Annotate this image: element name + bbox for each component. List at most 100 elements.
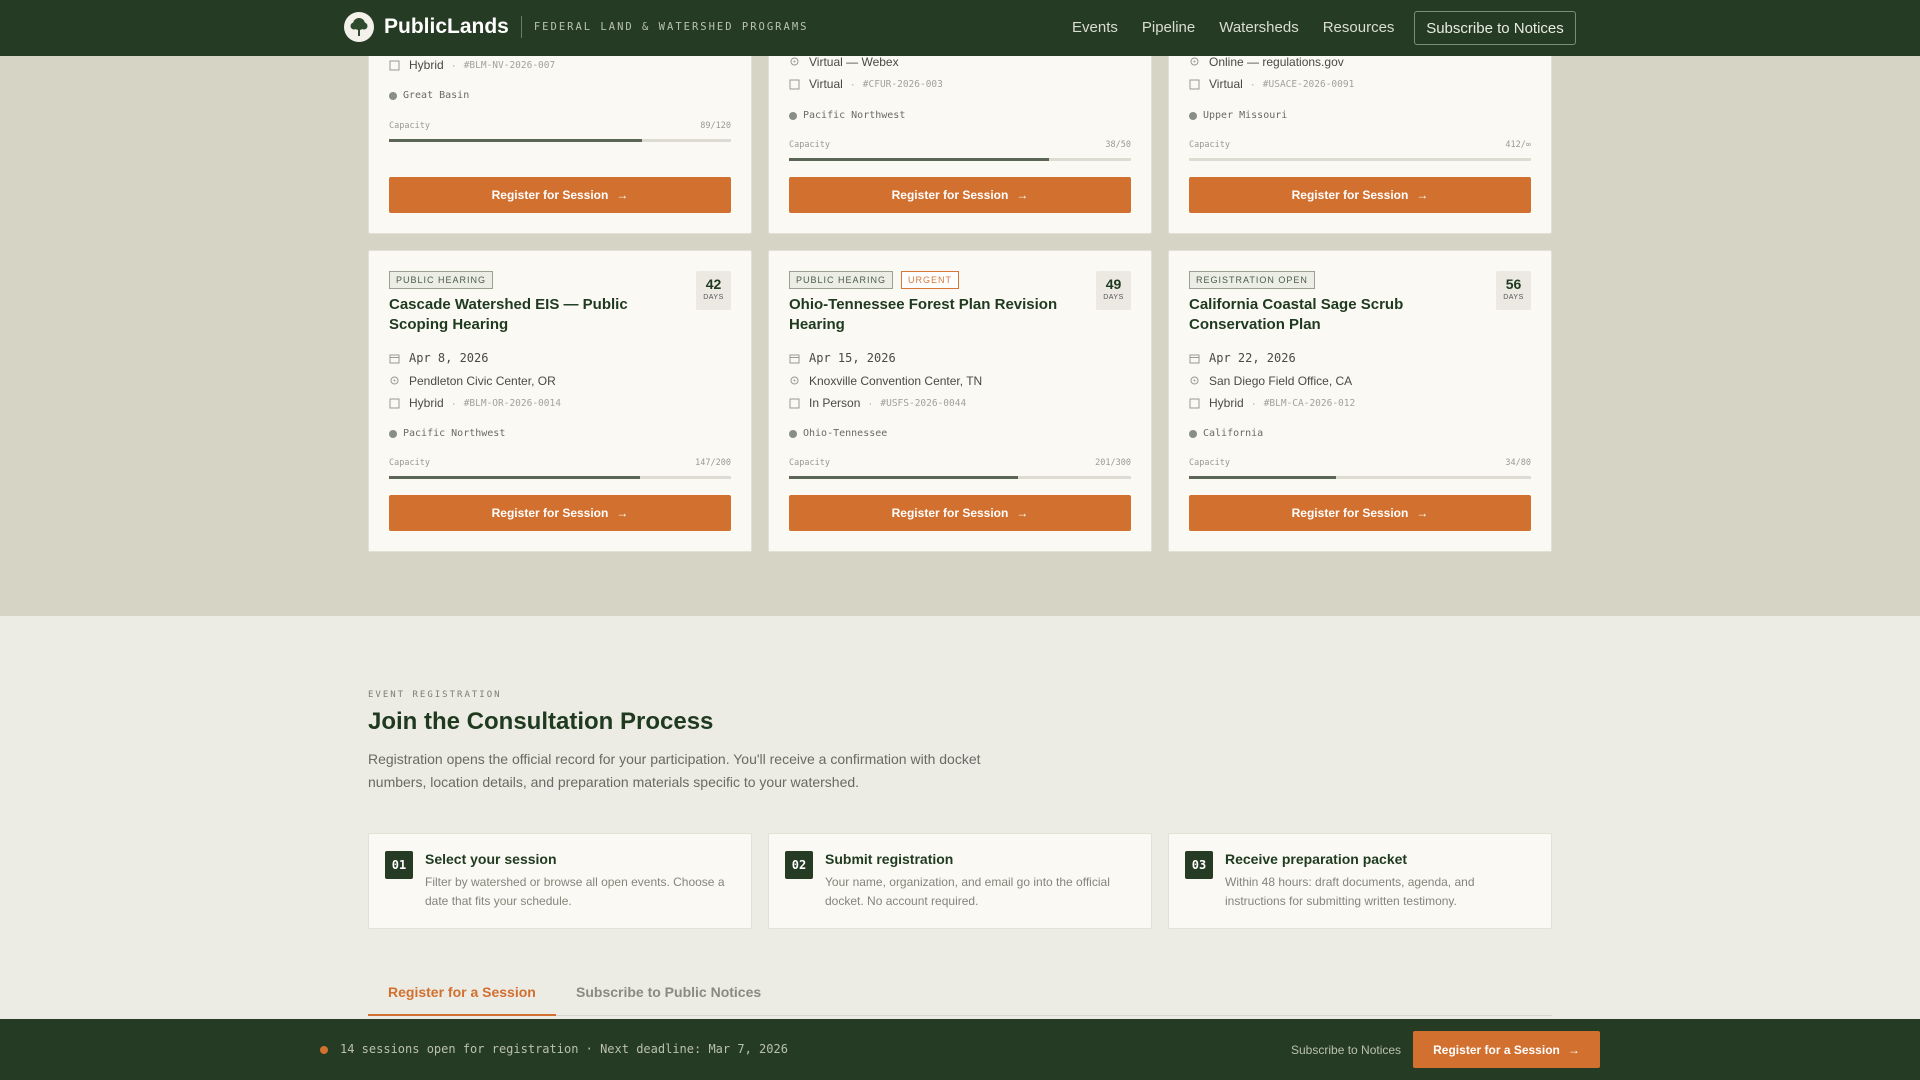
urgent-badge: URGENT [901,271,960,289]
arrow-right-icon: → [1016,506,1029,520]
status-badge: REGISTRATION OPEN [1189,271,1315,289]
badge-group: PUBLIC HEARING URGENT [789,271,960,289]
capacity-value: 38/50 [1105,140,1131,150]
days-countdown: 49 DAYS [1096,271,1131,310]
capacity-label: Capacity [389,121,430,131]
arrow-right-icon: → [1416,188,1429,202]
registration-tabs: Register for a Session Subscribe to Publ… [368,978,1552,1016]
bottom-subscribe-link[interactable]: Subscribe to Notices [1291,1043,1401,1057]
checkbox-icon [389,60,400,71]
location-pin-icon [1189,376,1200,387]
capacity-value: 412/∞ [1505,140,1531,150]
tab-subscribe-notices[interactable]: Subscribe to Public Notices [556,984,781,1016]
event-card: REGISTRATION OPEN 56 DAYS California Coa… [1168,250,1552,552]
location-pin-icon [789,376,800,387]
step-description: Filter by watershed or browse all open e… [425,875,725,908]
arrow-right-icon: → [1567,1042,1580,1057]
event-date: Apr 15, 2026 [809,351,896,365]
status-text: 14 sessions open for registration · Next… [340,1042,788,1056]
section-title: Join the Consultation Process [368,708,714,735]
event-card: Hybrid · #BLM-NV-2026-007 Great Basin Capa… [368,30,752,234]
nav-link-events[interactable]: Events [1072,19,1118,36]
capacity-label: Capacity [789,458,830,468]
location-pin-icon [789,57,800,68]
region-dot-icon [1189,429,1197,438]
sticky-bottom-bar: 14 sessions open for registration · Next… [0,1019,1920,1080]
event-location: Knoxville Convention Center, TN [809,374,983,388]
step-number: 02 [785,851,813,879]
checkbox-icon [1189,79,1200,90]
status-badge: PUBLIC HEARING [789,271,894,289]
tree-logo-icon [344,12,374,42]
calendar-icon [789,353,800,364]
calendar-icon [389,353,400,364]
register-button[interactable]: Register for Session → [789,177,1131,213]
capacity-fill [789,158,1049,161]
capacity-label: Capacity [789,140,830,150]
event-title[interactable]: Cascade Watershed EIS — Public Scoping H… [389,295,689,335]
event-title[interactable]: Ohio-Tennessee Forest Plan Revision Hear… [789,295,1089,335]
brand[interactable]: PublicLands FEDERAL LAND & WATERSHED PRO… [344,12,808,42]
event-mode: Hybrid [1209,396,1244,410]
capacity-bar [789,158,1131,161]
nav-link-pipeline[interactable]: Pipeline [1142,19,1195,36]
tab-register-session[interactable]: Register for a Session [368,984,556,1016]
capacity-bar [789,476,1131,479]
event-mode: Virtual [809,77,843,91]
docket-code: #BLM-NV-2026-007 [463,59,556,71]
event-mode: Hybrid [409,396,444,410]
step-description: Within 48 hours: draft documents, agenda… [1225,875,1475,908]
region-dot-icon [789,429,797,438]
capacity-value: 201/300 [1095,458,1131,468]
section-kicker: EVENT REGISTRATION [368,690,502,700]
brand-name: PublicLands [384,15,509,38]
nav-link-resources[interactable]: Resources [1323,19,1395,36]
step-number: 03 [1185,851,1213,879]
capacity-fill [389,139,643,142]
step-title: Select your session [425,851,557,867]
register-button[interactable]: Register for Session → [789,495,1131,531]
region-dot-icon [789,111,797,120]
arrow-right-icon: → [1016,188,1029,202]
event-date: Apr 8, 2026 [409,351,489,365]
step-card: 03 Receive preparation packet Within 48 … [1168,833,1552,929]
region: Pacific Northwest [803,110,906,121]
event-card: PUBLIC HEARING 42 DAYS Cascade Watershed… [368,250,752,552]
days-number: 49 [1105,276,1122,292]
event-mode: Hybrid [409,58,444,72]
step-card: 02 Submit registration Your name, organi… [768,833,1152,929]
days-number: 42 [705,276,722,292]
capacity-fill [789,476,1019,479]
register-button[interactable]: Register for Session → [1189,495,1531,531]
checkbox-icon [789,398,800,409]
register-button[interactable]: Register for Session → [1189,177,1531,213]
calendar-icon [1189,353,1200,364]
event-card: PUBLIC HEARING URGENT 49 DAYS Ohio-Tennes… [768,250,1152,552]
event-mode: In Person [809,396,861,410]
register-button[interactable]: Register for Session → [389,495,731,531]
nav-link-watersheds[interactable]: Watersheds [1219,19,1298,36]
region-dot-icon [1189,111,1197,120]
docket-code: #CFUR-2026-003 [862,78,943,90]
status-badge: PUBLIC HEARING [389,271,494,289]
arrow-right-icon: → [1416,506,1429,520]
checkbox-icon [1189,398,1200,409]
subscribe-notices-button[interactable]: Subscribe to Notices [1414,11,1576,45]
capacity-fill [389,476,641,479]
capacity-bar [389,139,731,142]
event-location: Virtual — Webex [809,55,899,69]
capacity-fill [1189,476,1337,479]
capacity-bar [1189,158,1531,161]
step-title: Receive preparation packet [1225,851,1408,867]
arrow-right-icon: → [616,188,629,202]
bottom-register-button[interactable]: Register for a Session → [1413,1031,1600,1068]
event-title[interactable]: California Coastal Sage Scrub Conservati… [1189,295,1489,335]
event-card: Virtual — Webex Virtual · #CFUR-2026-003 P… [768,30,1152,234]
region: Pacific Northwest [403,428,506,439]
status-dot-icon [320,1046,328,1054]
step-title: Submit registration [825,851,954,867]
badge-group: REGISTRATION OPEN [1189,271,1315,289]
register-button[interactable]: Register for Session → [389,177,731,213]
capacity-label: Capacity [1189,458,1230,468]
top-nav: PublicLands FEDERAL LAND & WATERSHED PRO… [0,0,1920,56]
